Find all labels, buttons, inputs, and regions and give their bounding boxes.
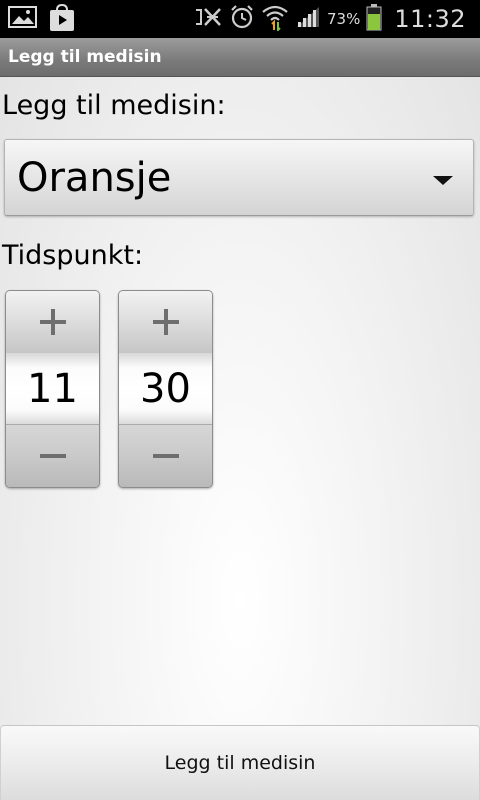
hour-value[interactable]: 11 bbox=[6, 353, 99, 425]
alarm-icon bbox=[229, 4, 255, 34]
plus-icon bbox=[152, 309, 179, 335]
play-store-icon bbox=[48, 3, 76, 36]
minus-icon bbox=[152, 454, 179, 458]
page-title: Legg til medisin bbox=[8, 47, 162, 67]
minute-picker: 30 bbox=[118, 290, 213, 488]
add-medicine-button-label: Legg til medisin bbox=[164, 752, 316, 774]
title-bar: Legg til medisin bbox=[0, 38, 480, 77]
gallery-icon bbox=[8, 4, 38, 36]
dropdown-arrow-icon bbox=[433, 176, 453, 185]
battery-icon bbox=[366, 3, 382, 35]
nfc-muted-icon bbox=[193, 6, 223, 32]
add-medicine-button[interactable]: Legg til medisin bbox=[0, 725, 480, 800]
signal-icon bbox=[295, 5, 321, 33]
minute-increment-button[interactable] bbox=[119, 291, 212, 354]
medicine-selected-value: Oransje bbox=[17, 155, 172, 201]
minus-icon bbox=[39, 454, 66, 458]
plus-icon bbox=[39, 309, 66, 335]
hour-decrement-button[interactable] bbox=[6, 424, 99, 487]
medicine-spinner[interactable]: Oransje bbox=[4, 139, 474, 216]
minute-value[interactable]: 30 bbox=[119, 353, 212, 425]
medicine-label: Legg til medisin: bbox=[2, 90, 226, 121]
minute-decrement-button[interactable] bbox=[119, 424, 212, 487]
wifi-icon bbox=[261, 3, 289, 35]
battery-percent: 73% bbox=[326, 10, 361, 28]
hour-increment-button[interactable] bbox=[6, 291, 99, 354]
time-label: Tidspunkt: bbox=[2, 240, 144, 271]
clock: 11:32 bbox=[394, 5, 466, 33]
status-bar: 73% 11:32 bbox=[0, 0, 480, 38]
hour-picker: 11 bbox=[5, 290, 100, 488]
